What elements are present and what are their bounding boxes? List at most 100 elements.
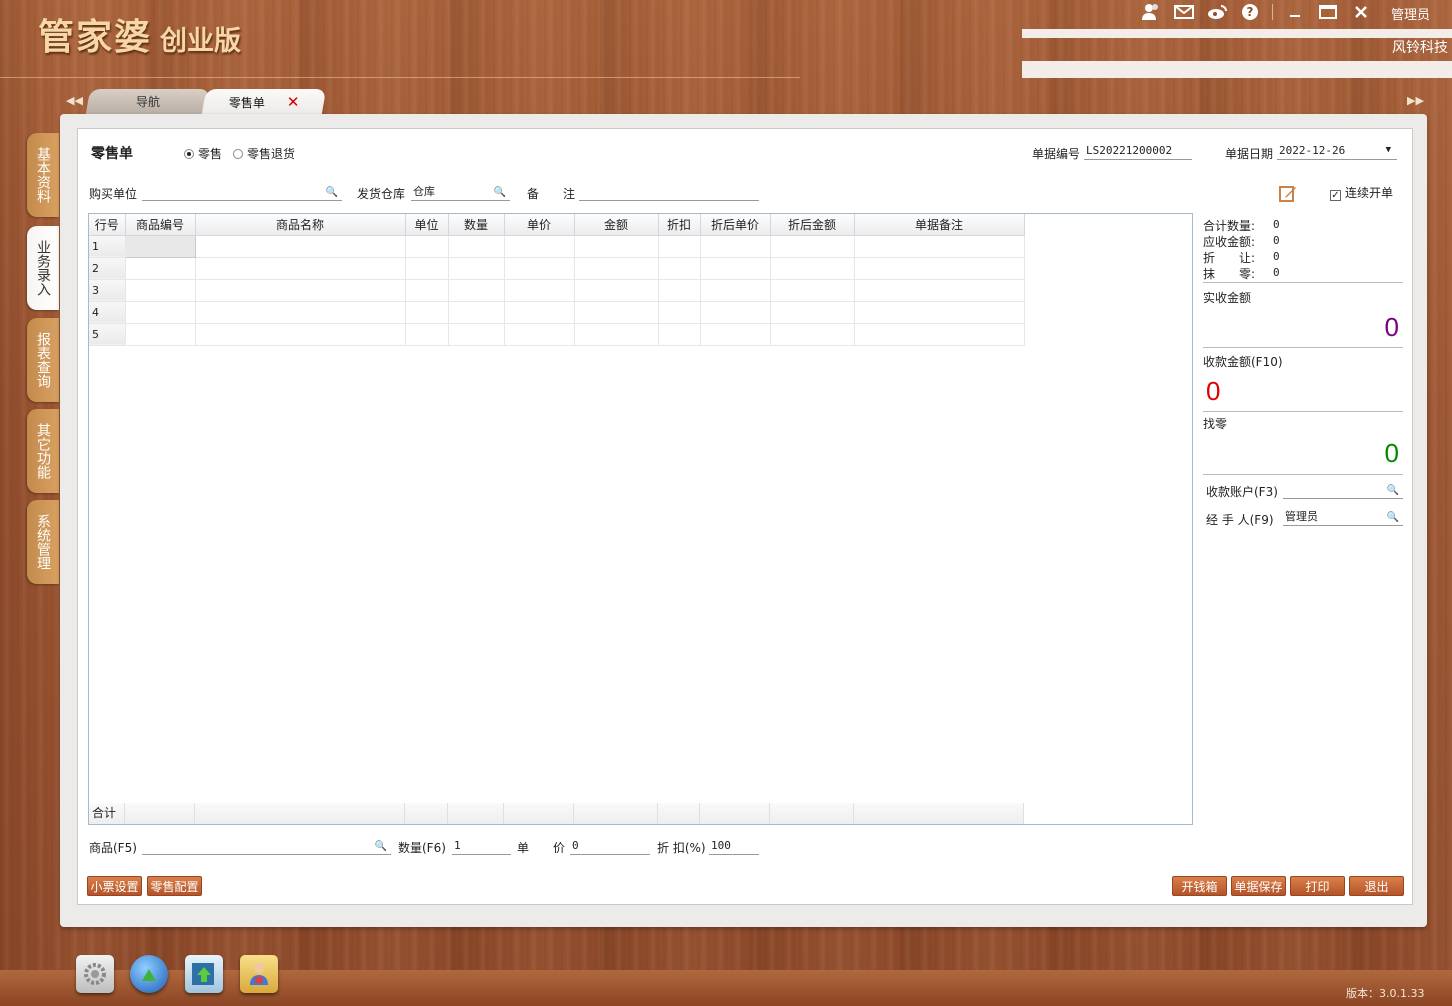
exit-button[interactable]: 退出 (1349, 876, 1404, 896)
radio-retail[interactable]: 零售 (184, 145, 222, 162)
weibo-icon[interactable] (1206, 1, 1228, 23)
warehouse-field[interactable]: 仓库 🔍 (411, 183, 510, 201)
search-icon[interactable]: 🔍 (494, 184, 506, 201)
table-row[interactable]: 1 (89, 234, 1025, 258)
table-row[interactable]: 3 (89, 279, 1025, 302)
account-field[interactable]: 🔍 (1283, 481, 1403, 499)
minimize-icon[interactable] (1284, 1, 1306, 23)
settings-gear-icon[interactable] (76, 955, 114, 993)
buyer-field[interactable]: 🔍 (142, 183, 342, 201)
tab-scroll-right-icon[interactable]: ▶▶ (1407, 94, 1424, 107)
table-row[interactable]: 5 (89, 323, 1025, 346)
received-amount-value[interactable]: 0 (1206, 376, 1220, 407)
grid-header-cell[interactable]: 行号 (89, 214, 126, 236)
grid-cell[interactable] (448, 323, 505, 346)
grid-cell[interactable] (504, 279, 575, 302)
grid-cell[interactable] (854, 301, 1025, 324)
edit-icon[interactable] (1279, 184, 1297, 205)
grid-cell[interactable] (854, 235, 1025, 258)
grid-cell[interactable] (700, 323, 771, 346)
tab-retail-order[interactable]: 零售单 ✕ (201, 89, 327, 114)
grid-cell[interactable] (405, 257, 449, 280)
grid-cell[interactable] (770, 235, 855, 258)
continuous-order-checkbox[interactable]: ✓ 连续开单 (1330, 184, 1393, 201)
grid-cell[interactable] (405, 279, 449, 302)
grid-cell[interactable] (658, 323, 701, 346)
grid-cell[interactable] (448, 235, 505, 258)
grid-header-cell[interactable]: 金额 (574, 214, 659, 236)
users-icon[interactable] (1140, 1, 1162, 23)
side-tab-business-entry[interactable]: 业务录入 (27, 226, 59, 310)
grid-cell[interactable] (195, 235, 406, 258)
grid-cell[interactable] (574, 279, 659, 302)
search-icon[interactable]: 🔍 (326, 184, 338, 201)
grid-cell[interactable] (405, 301, 449, 324)
grid-cell[interactable] (504, 323, 575, 346)
table-row[interactable]: 2 (89, 257, 1025, 280)
grid-cell[interactable] (195, 301, 406, 324)
tab-scroll-left-icon[interactable]: ◀◀ (66, 94, 83, 107)
save-button[interactable]: 单据保存 (1231, 876, 1286, 896)
grid-cell[interactable] (770, 301, 855, 324)
grid-cell[interactable] (195, 257, 406, 280)
grid-cell[interactable] (700, 279, 771, 302)
grid-cell[interactable] (700, 235, 771, 258)
grid-cell[interactable] (770, 323, 855, 346)
maximize-icon[interactable] (1317, 1, 1339, 23)
grid-cell[interactable] (405, 235, 449, 258)
grid-header-cell[interactable]: 折后金额 (770, 214, 855, 236)
chevron-down-icon[interactable]: ▼ (1386, 142, 1391, 159)
side-tab-basic-data[interactable]: 基本资料 (27, 133, 59, 217)
side-tab-other-functions[interactable]: 其它功能 (27, 409, 59, 493)
grid-cell[interactable] (125, 323, 196, 346)
grid-header-cell[interactable]: 商品编号 (125, 214, 196, 236)
retail-config-button[interactable]: 零售配置 (147, 876, 202, 896)
grid-cell[interactable] (504, 257, 575, 280)
grid-cell[interactable] (658, 235, 701, 258)
grid-header-cell[interactable]: 商品名称 (195, 214, 406, 236)
grid-cell[interactable] (405, 323, 449, 346)
grid-cell[interactable] (195, 279, 406, 302)
grid-cell[interactable] (854, 323, 1025, 346)
grid-cell[interactable] (574, 257, 659, 280)
grid-cell[interactable] (124, 234, 196, 258)
remark-field[interactable] (579, 183, 759, 201)
grid-cell[interactable] (854, 279, 1025, 302)
qty-entry-field[interactable]: 1 (452, 837, 511, 855)
radio-retail-return[interactable]: 零售退货 (233, 145, 295, 162)
search-icon[interactable]: 🔍 (1387, 482, 1399, 499)
globe-icon[interactable] (130, 955, 168, 993)
grid-header-cell[interactable]: 折扣 (658, 214, 701, 236)
help-icon[interactable]: ? (1239, 1, 1261, 23)
grid-cell[interactable] (700, 301, 771, 324)
tab-close-icon[interactable]: ✕ (287, 93, 300, 111)
discount-entry-field[interactable]: 100 (709, 837, 759, 855)
grid-cell[interactable] (574, 235, 659, 258)
user-manager-icon[interactable] (240, 955, 278, 993)
mail-icon[interactable] (1173, 1, 1195, 23)
grid-cell[interactable] (448, 257, 505, 280)
open-drawer-button[interactable]: 开钱箱 (1172, 876, 1227, 896)
search-icon[interactable]: 🔍 (375, 838, 387, 855)
grid-cell[interactable] (125, 279, 196, 302)
table-row[interactable]: 4 (89, 301, 1025, 324)
doc-no-field[interactable]: LS20221200002 (1084, 142, 1192, 160)
grid-cell[interactable] (700, 257, 771, 280)
grid-cell[interactable] (504, 301, 575, 324)
grid-cell[interactable] (504, 235, 575, 258)
print-button[interactable]: 打印 (1290, 876, 1345, 896)
ticket-settings-button[interactable]: 小票设置 (87, 876, 142, 896)
tab-navigation[interactable]: 导航 (85, 89, 211, 114)
product-entry-field[interactable]: 🔍 (142, 837, 391, 855)
grid-header-cell[interactable]: 单价 (504, 214, 575, 236)
grid-cell[interactable] (658, 279, 701, 302)
grid-cell[interactable] (770, 279, 855, 302)
grid-header-cell[interactable]: 折后单价 (700, 214, 771, 236)
data-upload-icon[interactable] (185, 955, 223, 993)
price-entry-field[interactable]: 0 (570, 837, 650, 855)
side-tab-reports[interactable]: 报表查询 (27, 318, 59, 402)
doc-date-field[interactable]: 2022-12-26 ▼ (1277, 142, 1397, 160)
close-window-icon[interactable] (1350, 1, 1372, 23)
grid-cell[interactable] (658, 301, 701, 324)
grid-cell[interactable] (854, 257, 1025, 280)
